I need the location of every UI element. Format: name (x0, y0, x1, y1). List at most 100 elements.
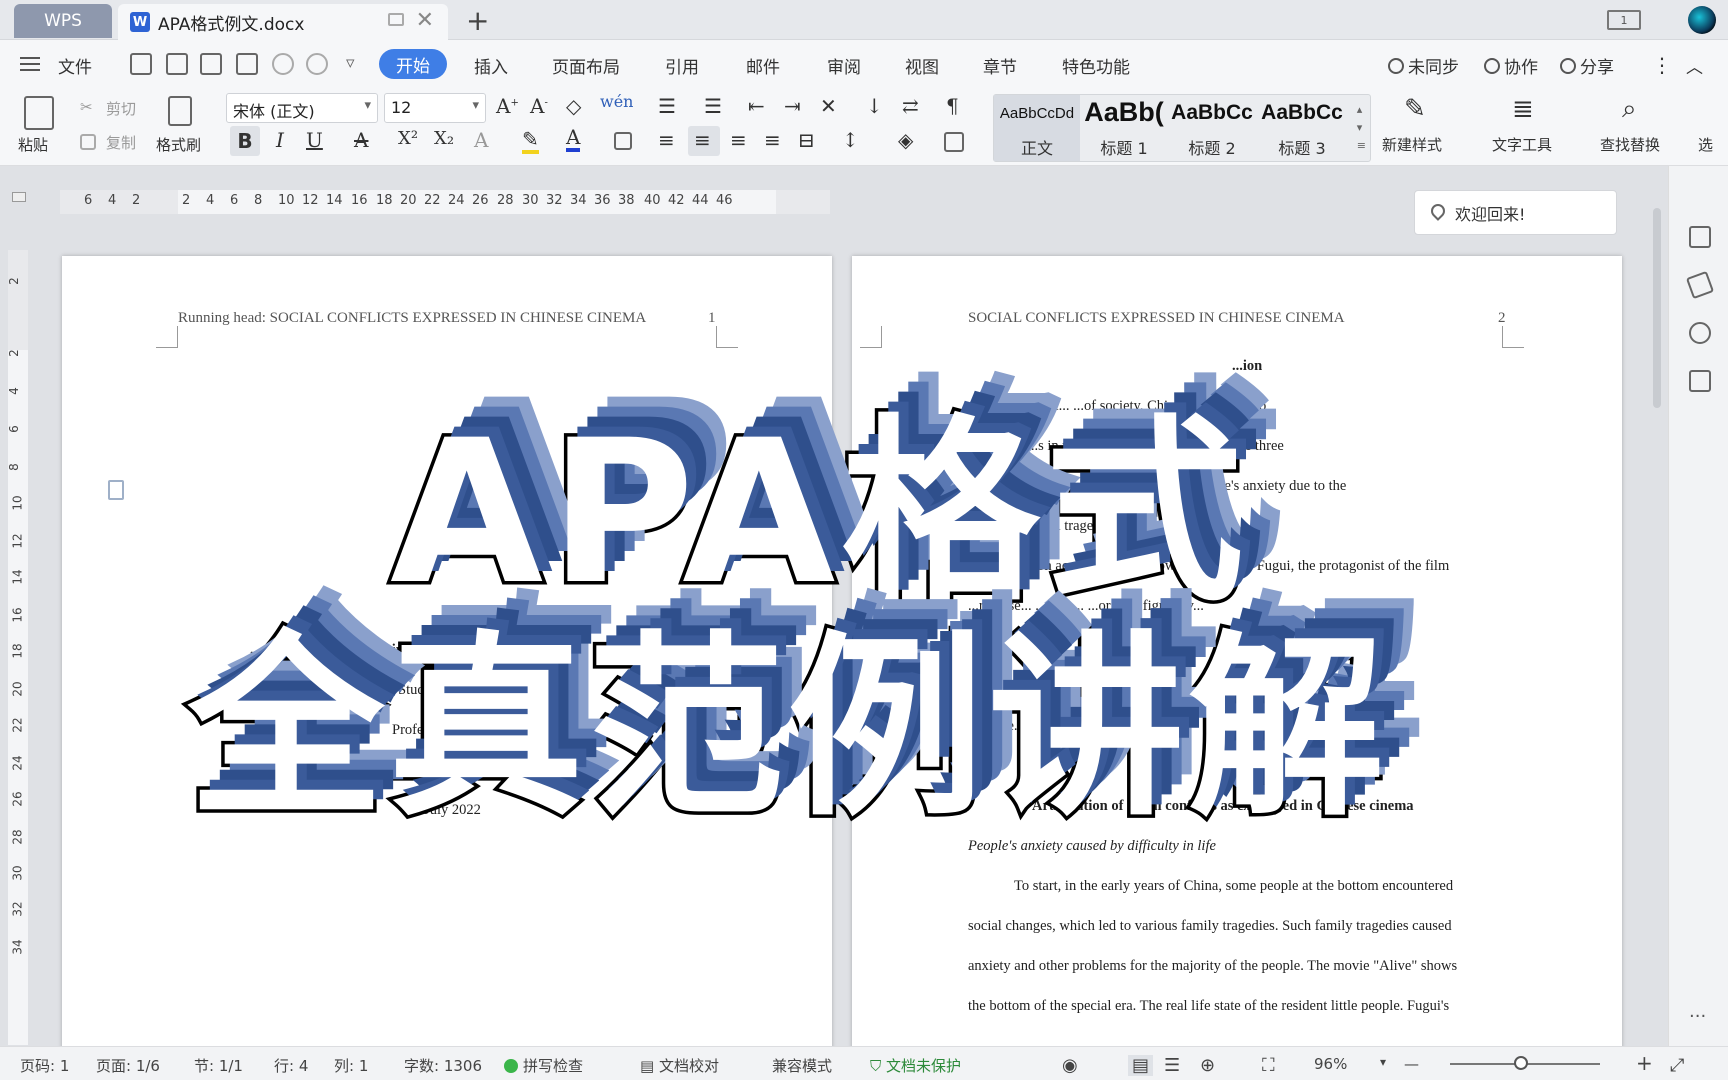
wps-home-tab[interactable]: WPS (14, 4, 112, 38)
menu-tab-page-layout[interactable]: 页面布局 (552, 53, 620, 78)
collaborate-button[interactable]: 协作 (1484, 53, 1538, 78)
welcome-box[interactable]: 欢迎回来! (1414, 190, 1617, 235)
share-button[interactable]: 分享 (1560, 53, 1614, 78)
menu-tab-references[interactable]: 引用 (665, 53, 699, 78)
more-options-icon[interactable]: ⋮ (1652, 53, 1672, 77)
menu-tab-chapter[interactable]: 章节 (983, 53, 1017, 78)
text-tool-button[interactable]: 文字工具 (1492, 134, 1552, 155)
status-column[interactable]: 列: 1 (334, 1055, 368, 1076)
strikethrough-button[interactable]: A (354, 128, 368, 152)
find-replace-button[interactable]: 查找替换 (1600, 134, 1660, 155)
doc-protection-button[interactable]: ⛉ 文档未保护 (870, 1055, 961, 1076)
document-tab[interactable]: W APA格式例文.docx ✕ (118, 4, 448, 40)
select-button[interactable]: 选 (1698, 134, 1713, 155)
eye-protection-icon[interactable]: ◉ (1062, 1055, 1078, 1076)
status-page[interactable]: 页面: 1/6 (96, 1055, 160, 1076)
web-view-icon[interactable]: ⊕ (1200, 1055, 1215, 1076)
new-style-icon[interactable]: ✎ (1404, 94, 1426, 124)
distribute-icon[interactable]: ⊟ (798, 128, 815, 152)
font-size-select[interactable]: 12 (384, 93, 486, 123)
decrease-font-icon[interactable]: A- (530, 94, 548, 118)
hamburger-menu-icon[interactable] (20, 57, 40, 71)
document-page-2[interactable]: SOCIAL CONFLICTS EXPRESSED IN CHINESE CI… (852, 256, 1622, 1056)
new-style-button[interactable]: 新建样式 (1382, 134, 1442, 155)
status-word-count[interactable]: 字数: 1306 (404, 1055, 482, 1076)
monitor-icon[interactable] (388, 13, 404, 26)
image-tool-icon[interactable] (1689, 370, 1711, 392)
align-left-icon[interactable]: ≡ (658, 128, 675, 152)
subscript-button[interactable]: X₂ (434, 128, 454, 149)
text-tool-icon[interactable]: ≣ (1512, 94, 1534, 124)
proofread-button[interactable]: ▤ 文档校对 (640, 1055, 719, 1076)
char-border-icon[interactable] (614, 132, 632, 150)
collapse-ribbon-icon[interactable]: ︿ (1686, 53, 1703, 78)
bold-button[interactable]: B (230, 126, 260, 156)
new-tab-button[interactable]: + (466, 4, 489, 37)
fit-page-icon[interactable]: ⛶ (1262, 1055, 1275, 1076)
vertical-ruler[interactable]: 2 2 4 6 8 10 12 14 16 18 20 22 24 26 28 30 32 34 (7, 250, 28, 1045)
format-painter-label[interactable]: 格式刷 (156, 134, 201, 155)
borders-icon[interactable] (944, 132, 964, 152)
undo-icon[interactable] (272, 53, 294, 75)
zoom-level[interactable]: 96% (1314, 1055, 1347, 1073)
cut-scissors-icon[interactable]: ✂ (80, 98, 93, 116)
italic-button[interactable]: I (276, 128, 284, 152)
font-color-icon[interactable]: A (566, 126, 581, 152)
style-heading-3[interactable]: AaBbCc 标题 3 (1258, 95, 1346, 161)
export-pdf-icon[interactable] (166, 53, 188, 75)
ruler-tab-selector[interactable] (12, 192, 26, 202)
zoom-slider-knob[interactable] (1514, 1056, 1528, 1070)
compat-mode-label[interactable]: 兼容模式 (772, 1055, 832, 1076)
menu-tab-features[interactable]: 特色功能 (1062, 53, 1130, 78)
save-icon[interactable] (130, 53, 152, 75)
window-layout-icon[interactable]: 1 (1607, 10, 1641, 30)
menu-tab-start[interactable]: 开始 (379, 49, 447, 79)
align-right-icon[interactable]: ≡ (730, 128, 747, 152)
zoom-dropdown-icon[interactable]: ▾ (1380, 1055, 1386, 1069)
page-view-icon[interactable]: ▤ (1128, 1055, 1154, 1076)
copy-icon[interactable] (80, 134, 96, 150)
increase-font-icon[interactable]: A+ (496, 94, 519, 118)
pinyin-guide-icon[interactable]: wén (600, 92, 633, 111)
paste-label[interactable]: 粘贴 (18, 134, 48, 155)
menu-file[interactable]: 文件 (58, 53, 92, 78)
menu-tab-mail[interactable]: 邮件 (746, 53, 780, 78)
format-painter-icon[interactable] (168, 96, 192, 126)
cut-label[interactable]: 剪切 (106, 98, 136, 119)
horizontal-ruler[interactable]: 6 4 2 2 4 6 8 10 12 14 16 18 20 22 24 26 28 30 32 34 36 38 40 4… (60, 190, 830, 214)
shading-icon[interactable]: ◈ (898, 128, 913, 152)
document-outline-icon[interactable] (108, 480, 124, 500)
sync-button[interactable]: 未同步 (1388, 53, 1459, 78)
copy-label[interactable]: 复制 (106, 132, 136, 153)
status-page-code[interactable]: 页码: 1 (20, 1055, 69, 1076)
status-section[interactable]: 节: 1/1 (194, 1055, 243, 1076)
superscript-button[interactable]: X² (398, 128, 418, 149)
zoom-out-button[interactable]: — (1404, 1055, 1419, 1073)
style-heading-1[interactable]: AaBb( 标题 1 (1082, 95, 1166, 161)
spell-check-button[interactable]: 拼写检查 (504, 1055, 583, 1076)
style-heading-2[interactable]: AaBbCc 标题 2 (1168, 95, 1256, 161)
paste-icon[interactable] (24, 96, 54, 130)
line-spacing-icon[interactable]: ↕ (842, 128, 859, 152)
settings-sliders-icon[interactable] (1689, 322, 1711, 344)
sort-icon[interactable]: ↓ (866, 94, 883, 118)
text-effect-icon[interactable]: A (474, 128, 488, 152)
close-tab-icon[interactable]: ✕ (416, 8, 434, 33)
user-avatar[interactable] (1688, 6, 1716, 34)
print-icon[interactable] (200, 53, 222, 75)
outline-view-icon[interactable]: ☰ (1164, 1055, 1180, 1076)
status-row[interactable]: 行: 4 (274, 1055, 308, 1076)
underline-button[interactable]: U (306, 128, 323, 152)
align-center-icon[interactable]: ≡ (694, 128, 711, 152)
document-page-1[interactable]: Running head: SOCIAL CONFLICTS EXPRESSED… (62, 256, 832, 1056)
edit-pen-icon[interactable] (1689, 226, 1711, 248)
justify-icon[interactable]: ≡ (764, 128, 781, 152)
font-name-select[interactable]: 宋体 (正文) (226, 93, 378, 123)
customize-quick-access-icon[interactable]: ▿ (346, 53, 355, 73)
clear-format-icon[interactable]: ◇ (566, 94, 581, 118)
chinese-layout-icon[interactable]: ✕ (820, 94, 837, 118)
decrease-indent-icon[interactable]: ⇤ (748, 94, 765, 118)
style-scroll-arrows[interactable]: ▴ ▾ ≡ (1357, 101, 1366, 155)
menu-tab-view[interactable]: 视图 (905, 53, 939, 78)
scrollbar-thumb[interactable] (1653, 208, 1661, 408)
